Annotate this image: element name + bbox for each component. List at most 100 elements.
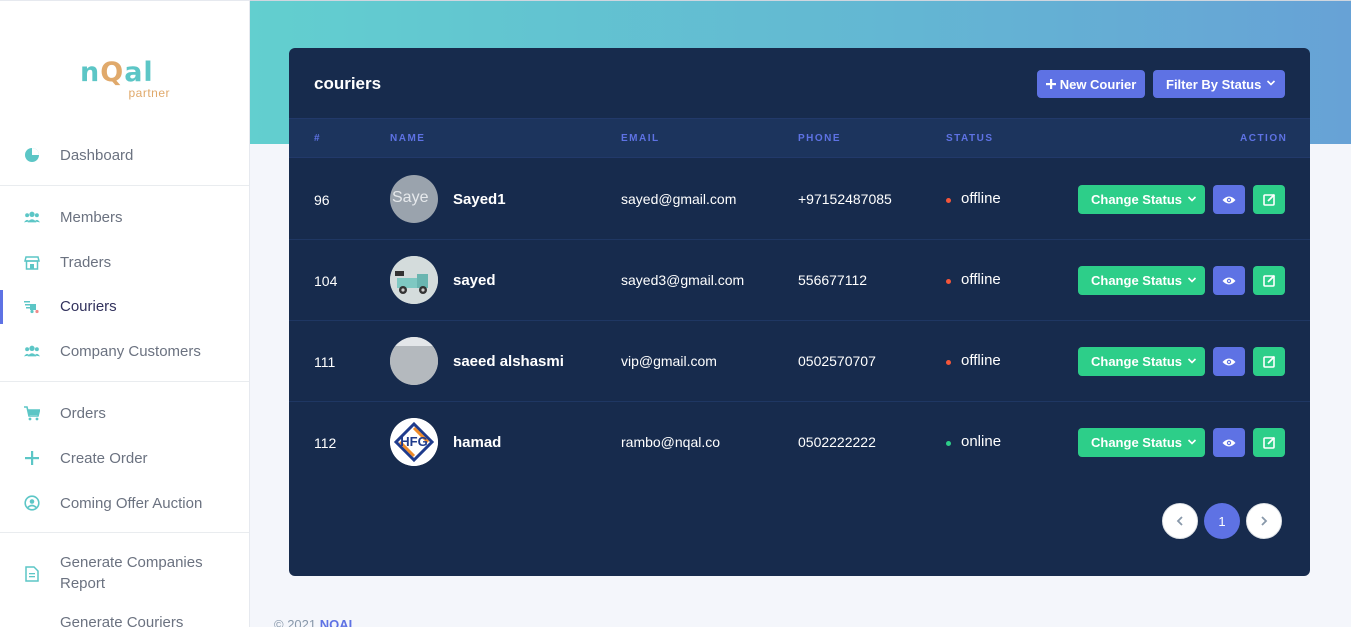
avatar-alt-text: Saye [392, 189, 429, 206]
plus-icon [1045, 79, 1056, 89]
status-dot [946, 279, 951, 284]
users-icon [24, 209, 40, 225]
edit-icon [1262, 355, 1275, 368]
nqal-logo[interactable]: nQal partner [80, 59, 172, 103]
eye-icon [1222, 277, 1236, 284]
view-button[interactable] [1213, 266, 1245, 295]
status-badge: offline [961, 352, 1001, 369]
courier-phone: 556677112 [798, 272, 868, 288]
courier-name[interactable]: saeed alshasmi [453, 353, 564, 370]
column-header-id: # [314, 133, 322, 144]
courier-id: 104 [314, 273, 338, 289]
table-header: # NAME EMAIL PHONE STATUS ACTION [289, 118, 1310, 158]
sidebar-item-orders[interactable]: Orders [0, 393, 249, 433]
sidebar-item-label: Create Order [60, 449, 148, 467]
sidebar-item-create-order[interactable]: Create Order [0, 438, 249, 478]
eye-icon [1222, 439, 1236, 446]
sidebar-item-label: Coming Offer Auction [60, 494, 203, 512]
footer-brand-link[interactable]: NQAL [320, 617, 357, 627]
courier-email: vip@gmail.com [621, 353, 717, 369]
store-icon [24, 254, 40, 270]
sidebar-item-label: Couriers [60, 297, 117, 315]
table-row: 112 HFG hamad rambo@nqal.co 0502222222 o… [289, 402, 1310, 483]
sidebar-item-coming-offer-auction[interactable]: Coming Offer Auction [0, 483, 249, 523]
table-row: 104 sayed sayed3@gmail.com 556677112 off… [289, 240, 1310, 321]
new-courier-button[interactable]: New Courier [1037, 70, 1145, 98]
courier-email: sayed@gmail.com [621, 191, 737, 207]
courier-id: 112 [314, 435, 337, 451]
delivery-truck-icon [24, 298, 40, 314]
chevron-down-icon [1266, 80, 1276, 86]
chevron-down-icon [1187, 277, 1197, 283]
cart-icon [24, 405, 40, 421]
logo-subtitle: partner [128, 86, 170, 100]
card-title: couriers [314, 74, 382, 93]
edit-button[interactable] [1253, 347, 1285, 376]
change-status-dropdown[interactable]: Change Status [1078, 347, 1205, 376]
edit-icon [1262, 193, 1275, 206]
footer: © 2021 NQAL [274, 617, 357, 627]
avatar: Saye [390, 175, 438, 223]
courier-name[interactable]: hamad [453, 434, 501, 451]
courier-id: 111 [314, 354, 336, 370]
chevron-down-icon [1187, 358, 1197, 364]
edit-button[interactable] [1253, 266, 1285, 295]
sidebar-item-label: Dashboard [60, 146, 134, 164]
pagination-prev-button[interactable] [1162, 503, 1198, 539]
user-circle-icon [24, 495, 40, 511]
status-dot [946, 441, 951, 446]
sidebar-item-generate-couriers[interactable]: Generate Couriers [0, 606, 249, 627]
truck-avatar-image [390, 256, 438, 304]
change-status-dropdown[interactable]: Change Status [1078, 428, 1205, 457]
placeholder-avatar-image [390, 337, 438, 385]
courier-name[interactable]: sayed [453, 272, 496, 289]
courier-phone: +97152487085 [798, 191, 892, 207]
pie-chart-icon [24, 147, 40, 163]
status-dot [946, 360, 951, 365]
avatar [390, 256, 438, 304]
sidebar-item-couriers[interactable]: Couriers [0, 286, 249, 326]
plus-icon [24, 450, 40, 466]
change-status-label: Change Status [1091, 435, 1183, 450]
change-status-dropdown[interactable]: Change Status [1078, 185, 1205, 214]
courier-email: rambo@nqal.co [621, 434, 721, 450]
pagination-page-1[interactable]: 1 [1204, 503, 1240, 539]
view-button[interactable] [1213, 347, 1245, 376]
avatar: HFG [390, 418, 438, 466]
sidebar-item-dashboard[interactable]: Dashboard [0, 135, 249, 175]
courier-id: 96 [314, 192, 330, 208]
sidebar-item-generate-companies-report[interactable]: Generate Companies Report [0, 552, 249, 596]
view-button[interactable] [1213, 428, 1245, 457]
pagination-next-button[interactable] [1246, 503, 1282, 539]
change-status-label: Change Status [1091, 354, 1183, 369]
sidebar-item-label: Generate Companies Report [60, 554, 203, 592]
view-button[interactable] [1213, 185, 1245, 214]
filter-by-status-dropdown[interactable]: Filter By Status [1153, 70, 1285, 98]
new-courier-label: New Courier [1059, 76, 1137, 92]
table-row: 96 Saye Sayed1 sayed@gmail.com +97152487… [289, 159, 1310, 240]
eye-icon [1222, 358, 1236, 365]
users-icon [24, 343, 40, 359]
courier-phone: 0502570707 [798, 353, 876, 369]
chevron-down-icon [1187, 439, 1197, 445]
document-icon [24, 566, 40, 582]
sidebar-item-label: Orders [60, 404, 106, 422]
sidebar-item-members[interactable]: Members [0, 197, 249, 237]
edit-button[interactable] [1253, 428, 1285, 457]
eye-icon [1222, 196, 1236, 203]
column-header-name: NAME [390, 133, 426, 144]
sidebar-item-traders[interactable]: Traders [0, 242, 249, 282]
column-header-status: STATUS [946, 133, 994, 144]
column-header-action: ACTION [1240, 133, 1288, 144]
change-status-dropdown[interactable]: Change Status [1078, 266, 1205, 295]
status-badge: offline [961, 271, 1001, 288]
change-status-label: Change Status [1091, 273, 1183, 288]
edit-button[interactable] [1253, 185, 1285, 214]
logo-wordmark: nQal [80, 57, 154, 88]
chevron-right-icon [1261, 516, 1268, 526]
sidebar: nQal partner Dashboard Members Traders C… [0, 0, 250, 627]
sidebar-item-company-customers[interactable]: Company Customers [0, 331, 249, 371]
edit-icon [1262, 436, 1275, 449]
sidebar-item-label: Company Customers [60, 342, 201, 360]
courier-name[interactable]: Sayed1 [453, 191, 506, 208]
